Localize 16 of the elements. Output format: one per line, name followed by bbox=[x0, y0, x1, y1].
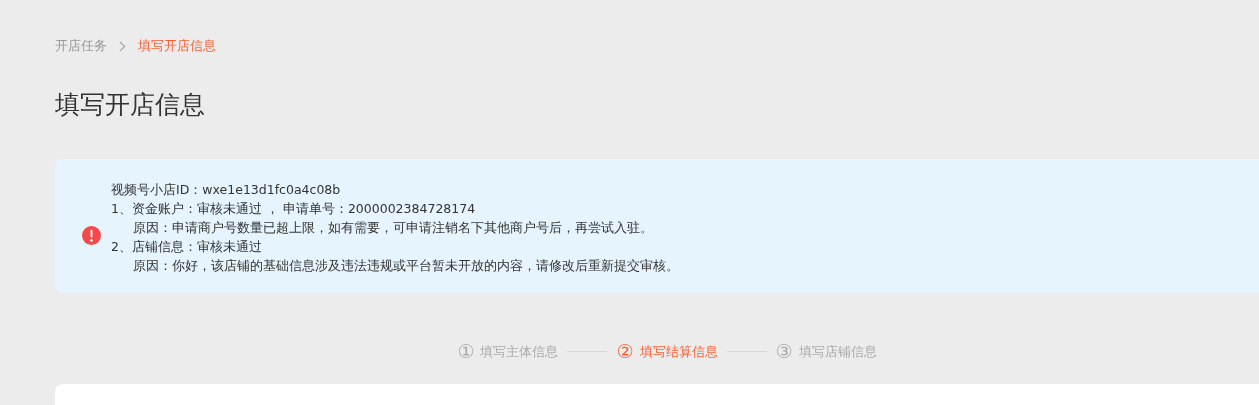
alert-text: 2、店铺信息：审核未通过 bbox=[111, 237, 263, 256]
step-label: 填写主体信息 bbox=[480, 342, 559, 361]
step-label: 填写结算信息 bbox=[639, 342, 718, 361]
step-number: ① bbox=[457, 339, 475, 364]
breadcrumb-link[interactable]: 填写开店信息 bbox=[138, 36, 216, 56]
step-number: ② bbox=[616, 339, 634, 364]
alert-text: 1、资金账户：审核未通过 ， 申请单号：2000002384728174 bbox=[111, 199, 477, 218]
step-label: 填写店铺信息 bbox=[798, 342, 877, 361]
alert-text: 原因：申请商户号数量已超上限，如有需要，可申请注销名下其他商户号后，再尝试入驻。 bbox=[132, 218, 654, 237]
alert-text: 原因：你好，该店铺的基础信息涉及违法违规或平台暂未开放的内容，请修改后重新提交审核。 bbox=[132, 256, 679, 275]
step-number: ③ bbox=[775, 339, 793, 364]
alert-text: 视频号小店ID：wxe1e13d1fc0a4c08b bbox=[111, 180, 342, 199]
chevron-right-icon bbox=[119, 40, 126, 52]
warning-icon bbox=[82, 225, 101, 245]
page-title: 填写开店信息 bbox=[55, 89, 206, 121]
breadcrumb-link[interactable]: 开店任务 bbox=[55, 36, 107, 56]
